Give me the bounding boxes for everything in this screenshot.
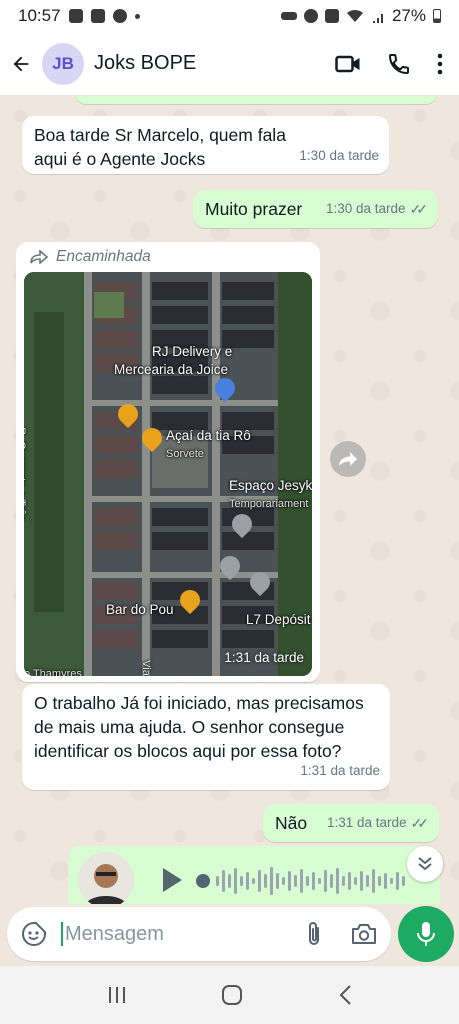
message-composer: Mensagem xyxy=(0,904,459,966)
map-label-sorvete: Sorvete xyxy=(166,448,204,460)
back-arrow-icon[interactable] xyxy=(8,51,34,77)
voice-message[interactable] xyxy=(68,846,440,904)
message-text: Boa tarde Sr Marcelo, quem fala aqui é o… xyxy=(34,125,286,169)
message-input[interactable]: Mensagem xyxy=(61,922,164,946)
mute-icon xyxy=(324,9,339,23)
signal-icon xyxy=(372,14,383,23)
wifi-icon xyxy=(346,9,363,22)
back-nav-icon[interactable] xyxy=(338,984,352,1006)
chat-area[interactable]: Boa tarde Sr Marcelo, quem fala aqui é o… xyxy=(0,96,459,904)
message-text: Muito prazer xyxy=(205,199,303,219)
message-bubble[interactable]: Não 1:31 da tarde ✓✓ xyxy=(263,804,439,842)
forwarded-label: Encaminhada xyxy=(56,248,151,265)
status-time: 10:57 xyxy=(18,6,61,25)
forwarded-label-row: Encaminhada xyxy=(30,244,151,270)
read-receipt-icon: ✓✓ xyxy=(410,815,430,831)
battery-icon xyxy=(433,9,441,23)
forward-icon xyxy=(339,452,357,466)
message-text: O trabalho Já foi iniciado, mas precisam… xyxy=(34,693,364,761)
battery-percent: 27% xyxy=(391,6,426,25)
notification-icon xyxy=(68,9,83,23)
scroll-to-bottom-button[interactable] xyxy=(407,846,443,882)
gallery-notification-icon xyxy=(90,9,105,23)
key-icon xyxy=(280,12,297,20)
status-bar: 10:57 27% xyxy=(0,0,459,32)
map-label-temporariamente: Temporariament xyxy=(229,498,309,510)
message-time: 1:30 da tarde ✓✓ xyxy=(326,197,428,221)
map-image[interactable]: RJ Delivery e Mercearia da Joice Açaí da… xyxy=(24,272,312,676)
map-label-bar: Bar do Pou xyxy=(106,602,174,617)
attach-icon[interactable] xyxy=(305,921,323,947)
voice-progress-dot[interactable] xyxy=(196,874,210,888)
play-icon[interactable] xyxy=(160,866,184,894)
map-label-mercearia: Mercearia da Joice xyxy=(114,362,229,377)
map-label-street-bottom: o Thamyres xyxy=(24,668,82,676)
message-time: 1:31 da tarde xyxy=(300,763,380,778)
message-bubble[interactable]: Boa tarde Sr Marcelo, quem fala aqui é o… xyxy=(22,116,389,174)
contact-name[interactable]: Joks BOPE xyxy=(94,52,196,75)
message-input-container[interactable]: Mensagem xyxy=(7,907,391,961)
message-text: Não xyxy=(275,813,308,833)
more-notifications-icon xyxy=(134,13,140,19)
phone-icon[interactable] xyxy=(387,52,411,76)
voice-sender-avatar xyxy=(78,852,134,904)
voice-waveform[interactable] xyxy=(214,864,414,898)
previous-message-bubble[interactable] xyxy=(75,96,437,104)
system-nav-bar xyxy=(0,966,459,1024)
message-bubble[interactable]: Muito prazer 1:30 da tarde ✓✓ xyxy=(193,190,438,228)
sticker-icon[interactable] xyxy=(21,921,47,947)
map-label-street-left: R. Quarenta e Três xyxy=(24,427,27,521)
message-time: 1:31 da tarde xyxy=(224,650,304,665)
alarm-icon xyxy=(303,9,318,23)
message-time: 1:31 da tarde ✓✓ xyxy=(327,811,429,835)
map-label-via: Via xyxy=(139,660,152,676)
map-label-deposito: L7 Depósit xyxy=(246,612,311,627)
chevron-down-icon xyxy=(418,857,432,871)
chat-header: JB Joks BOPE xyxy=(0,32,459,96)
forwarded-image-message[interactable]: Encaminhada RJ Delivery e Mercearia da J… xyxy=(16,242,320,682)
forward-icon xyxy=(30,250,48,264)
contact-avatar[interactable]: JB xyxy=(42,42,84,85)
home-icon[interactable] xyxy=(221,984,243,1006)
mic-button[interactable] xyxy=(398,906,454,962)
read-receipt-icon: ✓✓ xyxy=(409,201,429,217)
camera-icon[interactable] xyxy=(351,923,377,945)
recent-apps-icon[interactable] xyxy=(107,986,127,1004)
mic-icon xyxy=(417,922,435,946)
forward-button[interactable] xyxy=(330,441,366,477)
message-bubble[interactable]: O trabalho Já foi iniciado, mas precisam… xyxy=(22,684,390,790)
whatsapp-notification-icon xyxy=(112,9,127,23)
more-options-icon[interactable] xyxy=(437,53,443,75)
message-time: 1:30 da tarde xyxy=(299,148,379,163)
video-call-icon[interactable] xyxy=(335,54,361,74)
